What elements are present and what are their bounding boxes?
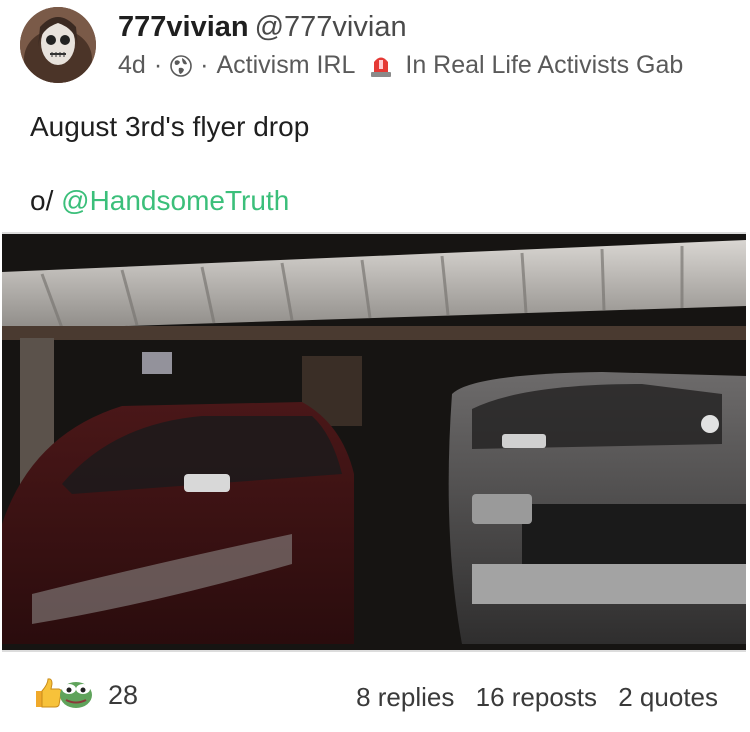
separator-dot-2: · bbox=[200, 51, 209, 79]
post-age[interactable]: 4d bbox=[118, 50, 146, 80]
post-mention-line: o/ @HandsomeTruth bbox=[30, 184, 289, 218]
video-player[interactable] bbox=[2, 232, 746, 652]
reactions[interactable]: 28 bbox=[30, 676, 138, 715]
mention-link[interactable]: @HandsomeTruth bbox=[61, 185, 289, 216]
post-prefix: o/ bbox=[30, 185, 62, 216]
post-footer: 28 8 replies 16 reposts 2 quotes bbox=[0, 670, 750, 722]
siren-icon bbox=[369, 52, 393, 78]
quotes-link[interactable]: 2 quotes bbox=[618, 682, 718, 712]
pepe-frog-icon bbox=[58, 676, 94, 715]
post-meta: 4d · · Activism IRL In Real Life Activis… bbox=[118, 50, 683, 80]
group-name[interactable]: Activism IRL bbox=[216, 50, 355, 80]
group-full-name[interactable]: In Real Life Activists Gab bbox=[405, 50, 683, 80]
reposts-link[interactable]: 16 reposts bbox=[476, 682, 597, 712]
author-line: 777vivian @777vivian bbox=[118, 10, 407, 44]
author-handle[interactable]: @777vivian bbox=[255, 11, 407, 43]
author-display-name[interactable]: 777vivian bbox=[118, 11, 249, 43]
globe-icon bbox=[170, 54, 192, 77]
post-body: August 3rd's flyer drop bbox=[30, 111, 310, 142]
post-stats: 8 replies 16 reposts 2 quotes bbox=[342, 682, 718, 713]
avatar[interactable] bbox=[20, 7, 96, 83]
separator-dot: · bbox=[153, 51, 163, 79]
reaction-count: 28 bbox=[108, 680, 139, 710]
replies-link[interactable]: 8 replies bbox=[356, 682, 454, 712]
